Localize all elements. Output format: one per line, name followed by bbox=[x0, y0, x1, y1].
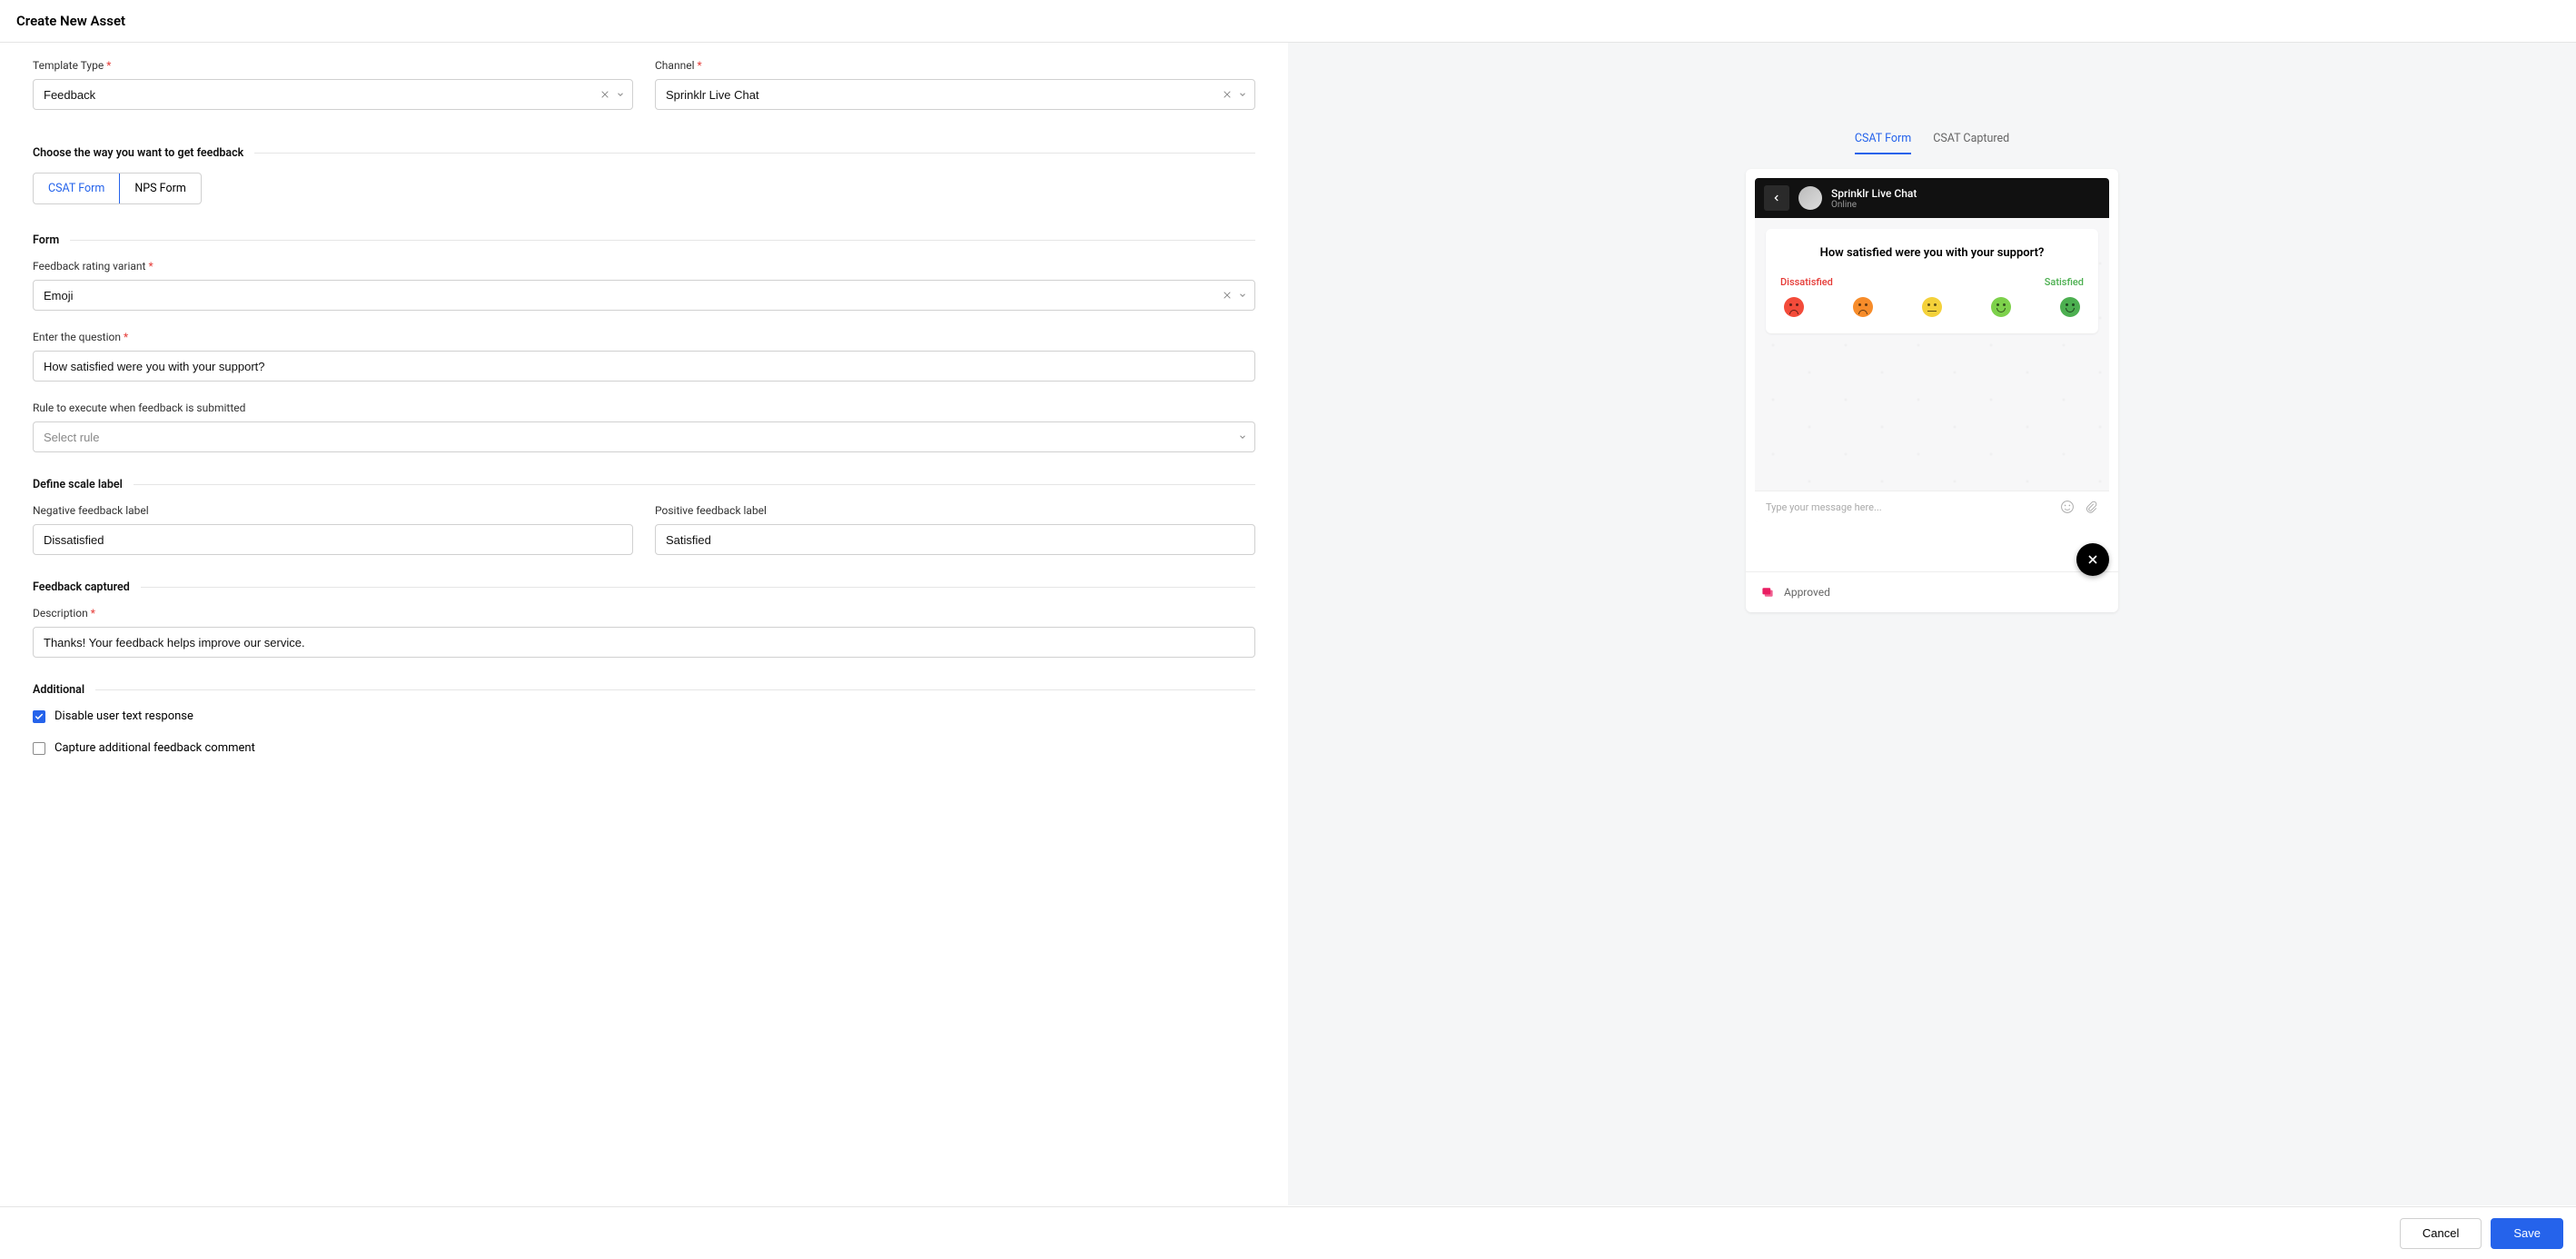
footer-actions: Cancel Save bbox=[0, 1206, 2576, 1259]
disable-text-response-label: Disable user text response bbox=[54, 709, 193, 723]
preview-pane: CSAT Form CSAT Captured Sprinklr Live Ch… bbox=[1288, 43, 2576, 1205]
preview-tab-csat-captured[interactable]: CSAT Captured bbox=[1933, 124, 2009, 154]
page-title: Create New Asset bbox=[16, 13, 2560, 29]
form-pane: Template Type * Channel * bbox=[0, 43, 1288, 1205]
rule-label: Rule to execute when feedback is submitt… bbox=[33, 401, 1255, 414]
close-preview-button[interactable] bbox=[2076, 543, 2109, 576]
template-type-input[interactable] bbox=[33, 79, 633, 110]
capture-comment-checkbox[interactable] bbox=[33, 742, 45, 755]
clear-icon[interactable] bbox=[1222, 290, 1233, 301]
pos-label-label: Positive feedback label bbox=[655, 504, 1255, 517]
chevron-down-icon[interactable] bbox=[615, 89, 626, 100]
tab-nps-form[interactable]: NPS Form bbox=[120, 173, 200, 203]
template-type-label: Template Type * bbox=[33, 59, 633, 72]
clear-icon[interactable] bbox=[1222, 89, 1233, 100]
pos-label-input[interactable] bbox=[655, 524, 1255, 555]
scale-neg-label: Dissatisfied bbox=[1780, 276, 1833, 288]
template-type-select[interactable] bbox=[33, 79, 633, 110]
save-button[interactable]: Save bbox=[2491, 1218, 2563, 1249]
attachment-icon[interactable] bbox=[2084, 500, 2098, 514]
approved-icon bbox=[1760, 585, 1775, 600]
emoji-very-dissatisfied[interactable] bbox=[1784, 297, 1804, 317]
chat-title: Sprinklr Live Chat bbox=[1831, 187, 1917, 200]
emoji-very-satisfied[interactable] bbox=[2060, 297, 2080, 317]
feedback-question: How satisfied were you with your support… bbox=[1780, 245, 2084, 262]
feedback-method-section: Choose the way you want to get feedback bbox=[33, 146, 1255, 160]
approved-status: Approved bbox=[1746, 571, 2118, 612]
chat-status: Online bbox=[1831, 200, 1917, 210]
avatar bbox=[1798, 186, 1822, 210]
question-label: Enter the question * bbox=[33, 331, 1255, 343]
question-input[interactable] bbox=[33, 351, 1255, 382]
channel-select[interactable] bbox=[655, 79, 1255, 110]
close-icon bbox=[2086, 553, 2099, 566]
captured-section-header: Feedback captured bbox=[33, 580, 1255, 594]
chat-preview: Sprinklr Live Chat Online How satisfied … bbox=[1755, 178, 2109, 522]
emoji-satisfied[interactable] bbox=[1991, 297, 2011, 317]
preview-tab-csat-form[interactable]: CSAT Form bbox=[1855, 124, 1911, 154]
rating-variant-input[interactable] bbox=[33, 280, 1255, 311]
chevron-left-icon bbox=[1772, 193, 1781, 203]
neg-label-input[interactable] bbox=[33, 524, 633, 555]
feedback-form-type-tabs: CSAT Form NPS Form bbox=[33, 173, 202, 204]
rating-variant-label: Feedback rating variant * bbox=[33, 260, 1255, 273]
chevron-down-icon[interactable] bbox=[1237, 290, 1248, 301]
preview-card: Sprinklr Live Chat Online How satisfied … bbox=[1746, 169, 2118, 612]
cancel-button[interactable]: Cancel bbox=[2400, 1218, 2482, 1249]
rule-select[interactable] bbox=[33, 421, 1255, 452]
chat-back-button[interactable] bbox=[1764, 185, 1789, 211]
capture-comment-label: Capture additional feedback comment bbox=[54, 741, 255, 755]
tab-csat-form[interactable]: CSAT Form bbox=[33, 173, 120, 204]
chevron-down-icon[interactable] bbox=[1237, 89, 1248, 100]
clear-icon[interactable] bbox=[599, 89, 610, 100]
description-input[interactable] bbox=[33, 627, 1255, 658]
chat-message-input[interactable]: Type your message here... bbox=[1766, 501, 2060, 513]
chevron-down-icon[interactable] bbox=[1237, 431, 1248, 442]
approved-label: Approved bbox=[1784, 586, 1830, 599]
emoji-neutral[interactable] bbox=[1922, 297, 1942, 317]
channel-label: Channel * bbox=[655, 59, 1255, 72]
channel-input[interactable] bbox=[655, 79, 1255, 110]
page-header: Create New Asset bbox=[0, 0, 2576, 43]
form-section-header: Form bbox=[33, 233, 1255, 247]
feedback-card: How satisfied were you with your support… bbox=[1766, 229, 2098, 333]
scale-section-header: Define scale label bbox=[33, 478, 1255, 491]
neg-label-label: Negative feedback label bbox=[33, 504, 633, 517]
additional-section-header: Additional bbox=[33, 683, 1255, 697]
disable-text-response-checkbox[interactable] bbox=[33, 710, 45, 723]
emoji-dissatisfied[interactable] bbox=[1853, 297, 1873, 317]
rule-input[interactable] bbox=[33, 421, 1255, 452]
emoji-picker-icon[interactable] bbox=[2060, 500, 2075, 514]
rating-variant-select[interactable] bbox=[33, 280, 1255, 311]
description-label: Description * bbox=[33, 607, 1255, 620]
scale-pos-label: Satisfied bbox=[2045, 276, 2084, 288]
